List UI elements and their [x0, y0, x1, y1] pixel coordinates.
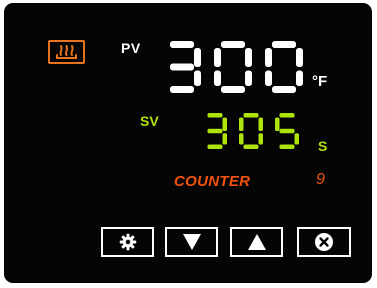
segment-g	[279, 128, 295, 134]
segment-a	[279, 113, 295, 118]
segment-f	[214, 48, 221, 67]
close-button[interactable]	[297, 227, 351, 257]
segment-f	[239, 117, 244, 131]
heat-waves-icon	[56, 45, 77, 59]
sv-digits-digit-1	[239, 113, 263, 149]
segment-c	[294, 133, 299, 145]
triangle-down-icon	[182, 234, 201, 250]
segment-a	[272, 41, 296, 48]
segment-b	[194, 48, 201, 67]
segment-g	[170, 63, 194, 71]
segment-d	[221, 86, 245, 93]
segment-d	[170, 86, 194, 93]
sv-digits-digit-0	[207, 113, 227, 149]
segment-d	[243, 144, 259, 149]
segment-b	[296, 48, 303, 67]
segment-c	[222, 133, 227, 145]
settings-button[interactable]	[101, 227, 154, 257]
pv-digits-digit-0	[170, 41, 201, 93]
segment-a	[170, 41, 194, 48]
segment-c	[258, 133, 263, 145]
segment-f	[265, 48, 272, 67]
segment-c	[296, 70, 303, 86]
pv-digits-digit-1	[214, 41, 252, 93]
pv-digits-digit-2	[265, 41, 303, 93]
sv-label: SV	[140, 113, 159, 129]
up-button[interactable]	[230, 227, 283, 257]
sv-unit: S	[318, 138, 328, 154]
segment-f	[275, 117, 280, 131]
segment-b	[245, 48, 252, 67]
close-circle-icon	[315, 233, 333, 251]
segment-c	[245, 70, 252, 86]
segment-c	[194, 70, 201, 86]
pv-unit: °F	[312, 73, 328, 90]
mode-value: 9	[316, 171, 325, 188]
segment-a	[207, 113, 223, 118]
pv-value-digits	[170, 41, 303, 93]
segment-g	[207, 128, 223, 134]
segment-e	[214, 70, 221, 86]
triangle-up-icon	[247, 234, 266, 250]
segment-d	[207, 144, 223, 149]
segment-b	[222, 117, 227, 131]
segment-e	[265, 70, 272, 86]
mode-label: COUNTER	[174, 173, 251, 190]
gear-icon	[119, 233, 136, 251]
pv-display: 300	[170, 41, 303, 93]
segment-a	[243, 113, 259, 118]
segment-d	[279, 144, 295, 149]
sv-digits-digit-2	[275, 113, 299, 149]
sv-value-digits	[207, 113, 299, 149]
pv-label: PV	[121, 40, 141, 56]
segment-b	[258, 117, 263, 131]
segment-a	[221, 41, 245, 48]
segment-d	[272, 86, 296, 93]
segment-e	[239, 133, 244, 145]
sv-display: 305	[207, 113, 299, 149]
down-button[interactable]	[165, 227, 218, 257]
heat-indicator	[48, 40, 85, 64]
